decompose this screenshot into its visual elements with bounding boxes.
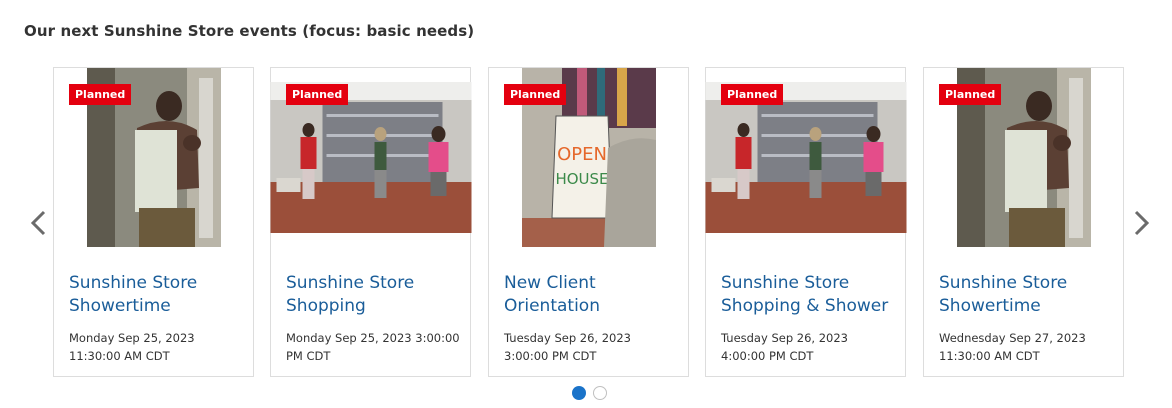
- pagination-dot[interactable]: [593, 386, 607, 400]
- event-title-link[interactable]: New Client Orientation: [504, 272, 680, 318]
- event-title-link[interactable]: Sunshine Store Showertime: [69, 272, 245, 318]
- event-date: Monday Sep 25, 2023 3:00:00 PM CDT: [286, 331, 460, 363]
- event-card[interactable]: OPEN HOUSE Planned New Client Orientatio…: [488, 67, 689, 377]
- event-card[interactable]: Planned Sunshine Store Shopping & Shower…: [705, 67, 906, 377]
- status-badge: Planned: [504, 84, 567, 105]
- chevron-left-icon: [30, 210, 46, 236]
- event-date: Tuesday Sep 26, 2023 3:00:00 PM CDT: [504, 331, 631, 363]
- event-card[interactable]: Planned Sunshine Store Showertime Monday…: [53, 67, 254, 377]
- status-badge: Planned: [721, 84, 784, 105]
- section-title: Our next Sunshine Store events (focus: b…: [24, 22, 475, 40]
- event-date: Wednesday Sep 27, 2023 11:30:00 AM CDT: [939, 331, 1086, 363]
- event-card[interactable]: Planned Sunshine Store Showertime Wednes…: [923, 67, 1124, 377]
- status-badge: Planned: [69, 84, 132, 105]
- svg-text:HOUSE: HOUSE: [555, 170, 608, 188]
- carousel-prev-button[interactable]: [24, 205, 54, 241]
- pagination-dot-active[interactable]: [572, 386, 586, 400]
- status-badge: Planned: [939, 84, 1002, 105]
- event-title-link[interactable]: Sunshine Store Showertime: [939, 272, 1115, 318]
- event-title-link[interactable]: Sunshine Store Shopping & Shower: [721, 272, 897, 318]
- event-card[interactable]: Planned Sunshine Store Shopping Monday S…: [270, 67, 471, 377]
- carousel-pagination: [572, 386, 607, 400]
- carousel-next-button[interactable]: [1126, 205, 1156, 241]
- event-date: Monday Sep 25, 2023 11:30:00 AM CDT: [69, 331, 195, 363]
- svg-text:OPEN: OPEN: [557, 144, 607, 165]
- event-title-link[interactable]: Sunshine Store Shopping: [286, 272, 462, 318]
- status-badge: Planned: [286, 84, 349, 105]
- event-date: Tuesday Sep 26, 2023 4:00:00 PM CDT: [721, 331, 848, 363]
- chevron-right-icon: [1134, 210, 1150, 236]
